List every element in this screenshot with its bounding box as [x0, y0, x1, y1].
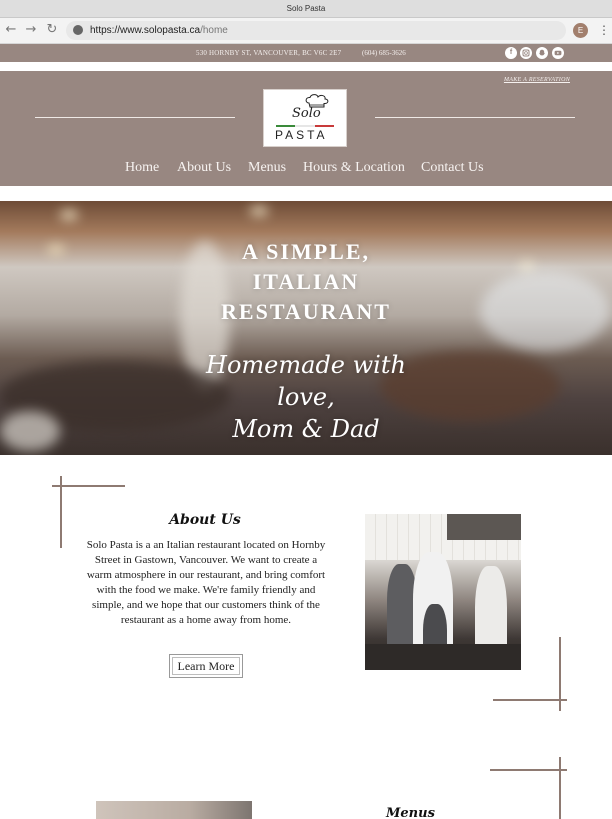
- about-body: Solo Pasta is a an Italian restaurant lo…: [86, 539, 326, 626]
- site-header: MAKE A RESERVATION Solo PASTA Home About…: [0, 71, 612, 186]
- nav-hours-location[interactable]: Hours & Location: [303, 160, 405, 176]
- menus-heading: Menus: [386, 806, 435, 819]
- range-hood: [447, 514, 521, 540]
- about-heading: About Us: [169, 512, 241, 528]
- url-domain: https://www.solopasta.ca: [90, 25, 201, 36]
- site-logo[interactable]: Solo PASTA: [263, 89, 347, 147]
- ceiling-light: [250, 207, 268, 215]
- hero-tagline: Homemade with love, Mom & Dad: [186, 349, 426, 445]
- nav-about-us[interactable]: About Us: [177, 160, 231, 176]
- ceiling-light: [60, 211, 78, 219]
- window-blur: [480, 271, 610, 351]
- address-bar[interactable]: https://www.solopasta.ca/home: [66, 21, 566, 40]
- header-divider-right: [375, 117, 575, 118]
- nav-contact-us[interactable]: Contact Us: [421, 160, 484, 176]
- snapchat-icon[interactable]: [536, 47, 548, 59]
- decor-line: [493, 699, 567, 701]
- back-arrow-icon[interactable]: ←: [3, 22, 19, 38]
- browser-toolbar: ← → ↻ https://www.solopasta.ca/home E ⋮: [0, 18, 612, 44]
- plates-blur: [0, 411, 60, 451]
- nav-home[interactable]: Home: [125, 160, 159, 176]
- restaurant-phone[interactable]: (604) 685-3626: [362, 44, 406, 62]
- logo-flag-stripe: [276, 125, 334, 127]
- make-reservation-link[interactable]: MAKE A RESERVATION: [504, 77, 570, 83]
- header-divider-left: [35, 117, 235, 118]
- info-bar: 530 HORNBY ST, VANCOUVER, BC V6C 2E7 (60…: [0, 44, 612, 62]
- learn-more-button[interactable]: Learn More: [169, 654, 243, 678]
- hero-banner: A SIMPLE, ITALIAN RESTAURANT Homemade wi…: [0, 201, 612, 455]
- hero-tagline-line: Mom & Dad: [232, 415, 380, 443]
- hero-title-line: A SIMPLE,: [241, 239, 371, 264]
- browser-menu-icon[interactable]: ⋮: [598, 22, 610, 38]
- decor-line: [559, 757, 561, 819]
- url-path: /home: [200, 25, 228, 36]
- hero-title: A SIMPLE, ITALIAN RESTAURANT: [200, 237, 412, 327]
- counter: [365, 644, 521, 670]
- forward-arrow-icon[interactable]: →: [23, 22, 39, 38]
- window-title: Solo Pasta: [0, 0, 612, 18]
- decor-line: [52, 485, 125, 487]
- nav-menus[interactable]: Menus: [248, 160, 286, 176]
- url-text[interactable]: https://www.solopasta.ca/home: [90, 21, 228, 40]
- logo-wordmark: PASTA: [275, 128, 328, 142]
- spacer: [0, 62, 612, 71]
- instagram-icon[interactable]: [520, 47, 532, 59]
- site-info-icon[interactable]: [73, 25, 83, 35]
- ceiling-light: [48, 246, 64, 253]
- menus-photo: [96, 801, 252, 819]
- facebook-icon[interactable]: f: [505, 47, 517, 59]
- hero-tagline-line: Homemade with love,: [206, 351, 406, 411]
- hero-title-line: ITALIAN: [252, 269, 360, 294]
- reload-icon[interactable]: ↻: [44, 22, 60, 38]
- logo-script-text: Solo: [292, 106, 321, 121]
- youtube-icon[interactable]: [552, 47, 564, 59]
- decor-line: [490, 769, 567, 771]
- ceiling-light: [520, 263, 534, 270]
- kitchen-photo: [365, 514, 521, 670]
- restaurant-address: 530 HORNBY ST, VANCOUVER, BC V6C 2E7: [196, 49, 342, 57]
- hero-title-line: RESTAURANT: [221, 299, 391, 324]
- profile-avatar[interactable]: E: [573, 23, 588, 38]
